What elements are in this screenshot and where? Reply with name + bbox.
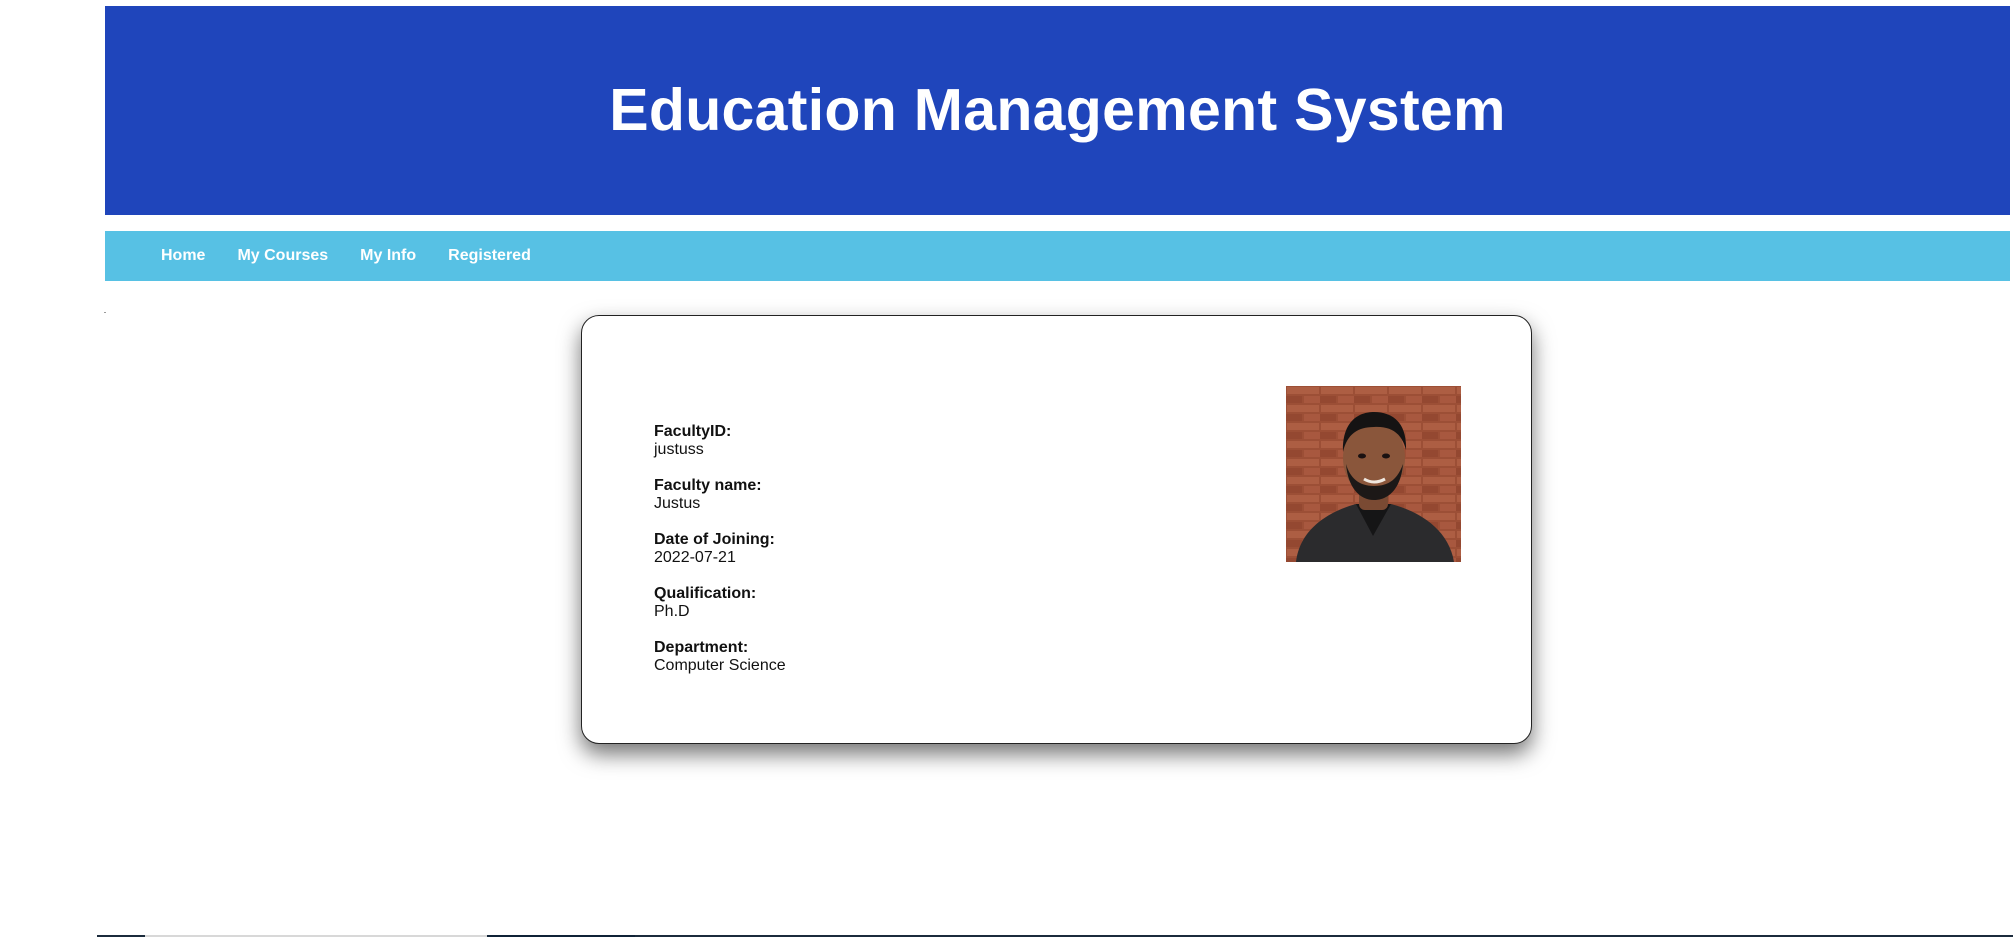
field-value: Ph.D bbox=[654, 603, 690, 620]
field-label: Qualification: bbox=[654, 585, 757, 602]
field-label: Department: bbox=[654, 639, 749, 656]
field-value: Computer Science bbox=[654, 657, 786, 674]
field-value: Justus bbox=[654, 495, 701, 512]
stray-dot bbox=[104, 312, 106, 313]
faculty-photo bbox=[1286, 386, 1461, 562]
nav-my-courses-link[interactable]: My Courses bbox=[237, 247, 328, 265]
field-value: 2022-07-21 bbox=[654, 549, 736, 566]
nav-registered-link[interactable]: Registered bbox=[448, 247, 531, 265]
site-title: Education Management System bbox=[609, 76, 1506, 143]
date-of-joining-field: Date of Joining: 2022-07-21 bbox=[654, 531, 786, 567]
field-label: FacultyID: bbox=[654, 423, 732, 440]
faculty-name-field: Faculty name: Justus bbox=[654, 477, 786, 513]
field-label: Faculty name: bbox=[654, 477, 762, 494]
field-value: justuss bbox=[654, 441, 704, 458]
site-banner: Education Management System bbox=[105, 6, 2010, 215]
nav-home-link[interactable]: Home bbox=[161, 247, 205, 265]
qualification-field: Qualification: Ph.D bbox=[654, 585, 786, 621]
faculty-details: FacultyID: justuss Faculty name: Justus … bbox=[654, 423, 786, 693]
nav-my-info-link[interactable]: My Info bbox=[360, 247, 416, 265]
main-nav: Home My Courses My Info Registered bbox=[105, 231, 2010, 281]
page: Education Management System Home My Cour… bbox=[0, 0, 2013, 937]
faculty-id-field: FacultyID: justuss bbox=[654, 423, 786, 459]
field-label: Date of Joining: bbox=[654, 531, 775, 548]
faculty-info-card: FacultyID: justuss Faculty name: Justus … bbox=[581, 315, 1532, 744]
department-field: Department: Computer Science bbox=[654, 639, 786, 675]
